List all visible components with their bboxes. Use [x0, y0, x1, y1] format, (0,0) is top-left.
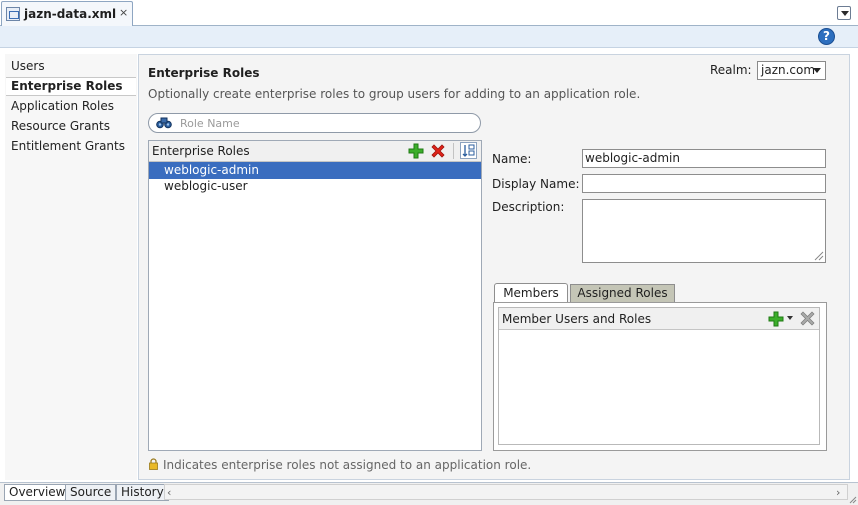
- add-member-icon[interactable]: [768, 311, 784, 327]
- help-icon[interactable]: ?: [818, 28, 835, 45]
- roles-list-title: Enterprise Roles: [152, 144, 250, 158]
- sort-icon[interactable]: [460, 142, 477, 159]
- page-subtitle: Optionally create enterprise roles to gr…: [148, 87, 641, 101]
- tab-members[interactable]: Members: [494, 283, 568, 303]
- sidebar-item-enterprise-roles[interactable]: Enterprise Roles: [6, 77, 136, 96]
- xml-file-icon: [6, 7, 20, 21]
- delete-icon[interactable]: [430, 143, 446, 159]
- realm-select[interactable]: jazn.com: [757, 61, 826, 80]
- sidebar-item-application-roles[interactable]: Application Roles: [11, 99, 114, 113]
- lock-icon: [149, 458, 158, 470]
- name-label: Name:: [492, 152, 532, 166]
- realm-label: Realm:: [710, 63, 752, 77]
- description-label: Description:: [492, 200, 565, 214]
- add-icon[interactable]: [408, 143, 424, 159]
- sidebar-item-resource-grants[interactable]: Resource Grants: [11, 119, 110, 133]
- members-list-title: Member Users and Roles: [502, 312, 652, 326]
- role-list-item[interactable]: weblogic-admin: [149, 162, 481, 179]
- tab-assigned-roles[interactable]: Assigned Roles: [570, 284, 675, 302]
- tab-list-dropdown-icon[interactable]: [837, 6, 851, 20]
- name-field[interactable]: weblogic-admin: [582, 149, 826, 168]
- page-title: Enterprise Roles: [148, 66, 260, 80]
- horizontal-scrollbar[interactable]: [164, 484, 848, 500]
- scroll-right-icon[interactable]: ›: [836, 486, 840, 499]
- resize-grip-icon[interactable]: [813, 250, 824, 261]
- tab-source[interactable]: Source: [65, 484, 117, 501]
- sidebar-item-entitlement-grants[interactable]: Entitlement Grants: [11, 139, 125, 153]
- tab-history[interactable]: History: [116, 484, 169, 501]
- toolbar-separator: [453, 143, 454, 159]
- close-tab-icon[interactable]: ×: [119, 6, 128, 19]
- display-name-label: Display Name:: [492, 177, 580, 191]
- window-resize-grip-icon[interactable]: [849, 496, 857, 504]
- sidebar-item-users[interactable]: Users: [11, 59, 45, 73]
- display-name-field[interactable]: [582, 174, 826, 193]
- remove-member-icon[interactable]: [799, 310, 816, 327]
- tab-overview[interactable]: Overview: [4, 484, 71, 501]
- file-tab-title: jazn-data.xml: [24, 7, 117, 21]
- footnote-text: Indicates enterprise roles not assigned …: [163, 458, 532, 472]
- sidebar: [5, 54, 137, 480]
- scroll-left-icon[interactable]: ‹: [167, 486, 171, 499]
- description-textarea[interactable]: [582, 199, 826, 263]
- help-toolbar: [0, 26, 858, 48]
- role-name-search-input[interactable]: [180, 115, 470, 131]
- file-tab[interactable]: jazn-data.xml ×: [1, 1, 133, 26]
- chevron-down-icon[interactable]: [787, 316, 793, 320]
- binoculars-icon: [156, 117, 172, 129]
- role-list-item[interactable]: weblogic-user: [149, 178, 481, 195]
